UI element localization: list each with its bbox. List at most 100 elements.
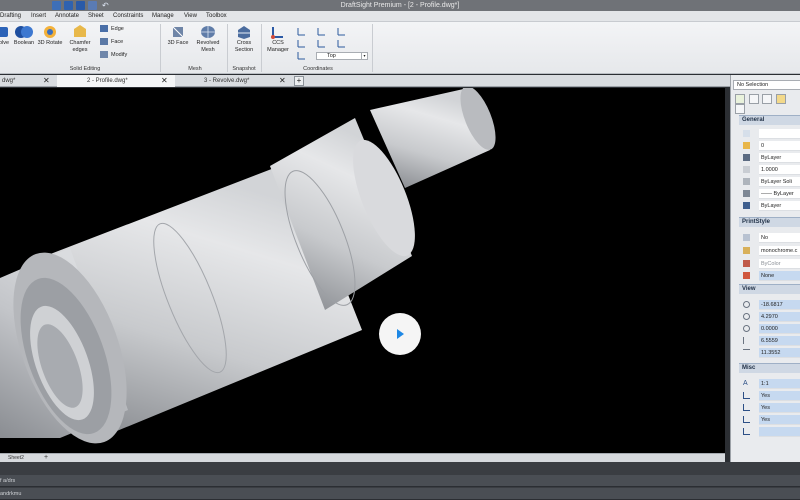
- printstyle-icon: [743, 234, 750, 241]
- close-icon[interactable]: ✕: [279, 75, 286, 87]
- select-objects-icon[interactable]: [735, 94, 745, 104]
- doctab-2[interactable]: 2 - Profile.dwg* ✕: [57, 75, 175, 87]
- printcolor-icon: [743, 260, 750, 267]
- ccs-viewport-icon: [743, 416, 750, 423]
- cross-section-button[interactable]: Cross Section: [231, 24, 257, 54]
- modify-button[interactable]: Modify: [100, 51, 127, 60]
- linecolor-icon: [743, 154, 750, 161]
- ccs-manager-button[interactable]: CCS Manager: [264, 24, 292, 54]
- cross-section-icon: [238, 26, 250, 39]
- command-prompt[interactable]: andrkmu: [0, 488, 800, 500]
- chamfer-edges-button[interactable]: Chamfer edges: [66, 24, 94, 54]
- printtype-icon: [743, 272, 750, 279]
- boolean-icon: [15, 26, 33, 38]
- window-title: DraftSight Premium - [2 - Profile.dwg*]: [340, 2, 460, 9]
- group-label-mesh: Mesh: [188, 66, 202, 72]
- ribbon-separator: [372, 24, 373, 72]
- command-window: f a/drs andrkmu: [0, 462, 800, 500]
- solid-icon: [0, 27, 8, 37]
- prop-center-y: 4.2970: [739, 311, 800, 322]
- section-misc[interactable]: Misc: [739, 363, 800, 373]
- selection-dropdown[interactable]: No Selection: [733, 80, 800, 90]
- prop-center-z: 0.0000: [739, 323, 800, 334]
- prop-transparency: ByLayer: [739, 200, 800, 211]
- tab-view[interactable]: View: [184, 11, 197, 22]
- lineweight-icon: [743, 190, 750, 197]
- 3d-face-icon: [172, 26, 184, 38]
- command-line[interactable]: f a/drs: [0, 475, 800, 487]
- 3d-face-button[interactable]: 3D Face: [165, 24, 191, 47]
- view-orientation-dropdown[interactable]: Top ▾: [316, 52, 368, 60]
- play-button[interactable]: [379, 313, 421, 355]
- revolved-mesh-button[interactable]: Revolved Mesh: [194, 24, 222, 54]
- tab-toolbox[interactable]: Toolbox: [206, 11, 227, 22]
- solve-button[interactable]: olve: [0, 24, 10, 47]
- ribbon: olve Boolean 3D Rotate Chamfer edges Edg…: [0, 22, 800, 74]
- layout-tabs: Sheet2 +: [0, 453, 725, 462]
- drawing-viewport[interactable]: [0, 88, 725, 453]
- color-icon: [743, 130, 750, 137]
- prop-printtype: None: [739, 270, 800, 281]
- rotate-3d-button[interactable]: 3D Rotate: [37, 24, 63, 47]
- chamfer-icon: [74, 25, 86, 37]
- tab-constraints[interactable]: Constraints: [113, 11, 143, 22]
- prop-ccs-name: [739, 426, 800, 437]
- transparency-icon: [743, 202, 750, 209]
- prop-printtable: monochrome.c: [739, 245, 800, 256]
- tab-annotate[interactable]: Annotate: [55, 11, 79, 22]
- ribbon-separator: [261, 24, 262, 72]
- close-icon[interactable]: ✕: [43, 75, 50, 87]
- layer-icon: [743, 142, 750, 149]
- 3d-model-shaft: [0, 88, 496, 444]
- center-z-icon: [743, 325, 750, 332]
- add-layout-button[interactable]: +: [44, 454, 48, 462]
- face-button[interactable]: Face: [100, 38, 123, 47]
- title-bar: ↶ DraftSight Premium - [2 - Profile.dwg*…: [0, 0, 800, 11]
- ribbon-tab-bar: Drafting Insert Annotate Sheet Constrain…: [0, 11, 800, 22]
- linestyle-icon: [743, 178, 750, 185]
- layout-tab-sheet[interactable]: Sheet2: [8, 454, 24, 462]
- toggle-icon[interactable]: [735, 104, 745, 114]
- pick-icon[interactable]: [748, 94, 759, 104]
- face-icon: [100, 38, 108, 46]
- ribbon-separator: [160, 24, 161, 72]
- tab-drafting[interactable]: Drafting: [0, 11, 21, 22]
- doctab-3[interactable]: 3 - Revolve.dwg* ✕: [177, 75, 292, 87]
- chevron-down-icon: ▾: [361, 53, 367, 59]
- section-view[interactable]: View: [739, 284, 800, 294]
- ccs-origin-icon: [743, 404, 750, 411]
- group-label-solid-editing: Solid Editing: [69, 66, 101, 72]
- ribbon-separator: [227, 24, 228, 72]
- center-y-icon: [743, 313, 750, 320]
- tab-insert[interactable]: Insert: [31, 11, 46, 22]
- play-icon: [397, 329, 404, 339]
- properties-toolbar: [735, 94, 800, 114]
- filter-icon[interactable]: [776, 94, 787, 104]
- section-printstyle[interactable]: PrintStyle: [739, 217, 800, 227]
- edge-button[interactable]: Edge: [100, 25, 124, 34]
- prop-printstyle: No: [739, 232, 800, 243]
- prop-center-x: -18.6817: [739, 299, 800, 310]
- ccs-manager-icon: [271, 27, 283, 39]
- prop-printcolor: ByColor: [739, 258, 800, 269]
- boolean-button[interactable]: Boolean: [12, 24, 36, 47]
- prop-lineweight: —— ByLayer: [739, 188, 800, 199]
- edge-icon: [100, 25, 108, 33]
- close-icon[interactable]: ✕: [161, 75, 168, 87]
- quick-select-icon[interactable]: [762, 94, 773, 104]
- prop-color: [739, 128, 800, 139]
- prop-linecolor: ByLayer: [739, 152, 800, 163]
- ccs-name-icon: [743, 428, 750, 435]
- prop-linestyle: ByLayer Soli: [739, 176, 800, 187]
- center-x-icon: [743, 301, 750, 308]
- add-tab-button[interactable]: +: [294, 76, 304, 86]
- prop-ccs-icon-origin: Yes: [739, 402, 800, 413]
- annotation-icon: A: [743, 380, 748, 387]
- section-general[interactable]: General: [739, 115, 800, 125]
- tab-sheet[interactable]: Sheet: [88, 11, 104, 22]
- doctab-1[interactable]: dwg* ✕: [0, 75, 55, 87]
- tab-manage[interactable]: Manage: [152, 11, 174, 22]
- modify-icon: [100, 51, 108, 59]
- prop-ccs-icon-on: Yes: [739, 390, 800, 401]
- prop-annotation-scale: A 1:1: [739, 378, 800, 389]
